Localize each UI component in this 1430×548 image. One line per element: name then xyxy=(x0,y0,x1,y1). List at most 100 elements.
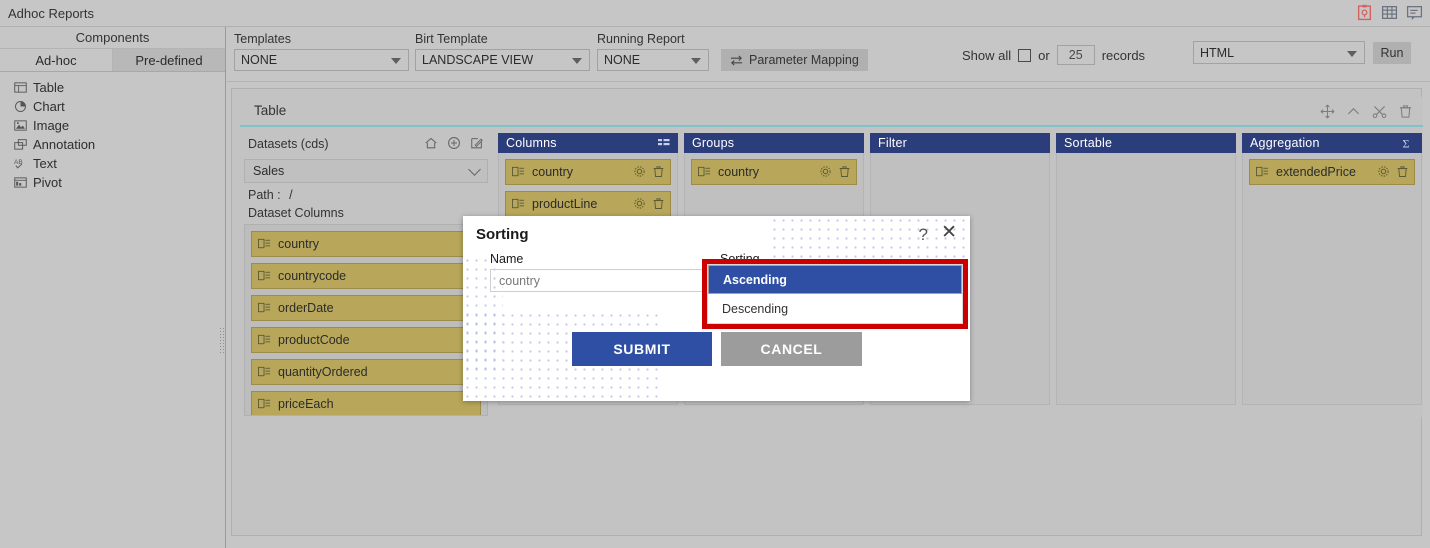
tab-predefined[interactable]: Pre-defined xyxy=(113,49,225,71)
home-icon[interactable] xyxy=(424,136,438,150)
sortable-panel-header: Sortable xyxy=(1056,133,1236,153)
sidebar-item-text[interactable]: AB Text xyxy=(0,154,225,173)
dataset-columns-label: Dataset Columns xyxy=(248,206,344,220)
gear-icon[interactable] xyxy=(1377,165,1390,178)
list-grid-icon[interactable] xyxy=(657,136,671,150)
dataset-selected-value: Sales xyxy=(253,164,285,178)
comment-icon[interactable] xyxy=(1406,4,1423,21)
dataset-select[interactable]: Sales xyxy=(244,159,488,183)
aggregation-panel-body[interactable]: extendedPrice xyxy=(1242,153,1422,405)
parameter-mapping-button[interactable]: Parameter Mapping xyxy=(721,49,868,71)
dataset-column-chip[interactable]: productCode xyxy=(251,327,481,353)
dataset-path: Path : / xyxy=(240,183,492,202)
column-icon xyxy=(258,366,271,377)
app-title: Adhoc Reports xyxy=(8,6,94,21)
edit-square-icon[interactable] xyxy=(470,136,484,150)
columns-panel-header: Columns xyxy=(498,133,678,153)
aggregation-chip[interactable]: extendedPrice xyxy=(1249,159,1415,185)
move-icon[interactable] xyxy=(1320,104,1335,119)
title-bar: Adhoc Reports xyxy=(0,0,1430,27)
dataset-column-chip[interactable]: orderDate xyxy=(251,295,481,321)
plus-circle-icon[interactable] xyxy=(447,136,461,150)
sortable-panel-title: Sortable xyxy=(1064,136,1113,150)
column-icon xyxy=(1256,166,1269,177)
sigma-icon[interactable]: Σ xyxy=(1401,136,1415,151)
chip-label: productCode xyxy=(278,333,350,347)
groups-chip[interactable]: country xyxy=(691,159,857,185)
gear-icon[interactable] xyxy=(633,197,646,210)
datasets-header-icons xyxy=(424,136,484,150)
trash-icon[interactable] xyxy=(652,197,665,210)
sidebar-item-pivot[interactable]: Pivot xyxy=(0,173,225,192)
dropdown-option-ascending[interactable]: Ascending xyxy=(708,265,962,294)
output-format-value: HTML xyxy=(1200,45,1235,60)
chip-label: countrycode xyxy=(278,269,347,283)
run-button[interactable]: Run xyxy=(1373,42,1411,64)
chevron-down-icon xyxy=(1347,50,1357,57)
path-value: / xyxy=(289,188,293,202)
running-report-select[interactable]: NONE xyxy=(597,49,709,71)
sidebar-item-label: Pivot xyxy=(33,175,62,190)
table-icon[interactable] xyxy=(1381,4,1398,21)
sidebar-item-image[interactable]: Image xyxy=(0,116,225,135)
tab-adhoc[interactable]: Ad-hoc xyxy=(0,49,113,71)
dropdown-option-descending[interactable]: Descending xyxy=(708,294,962,323)
dataset-columns-list: country countrycode orderDate productCod… xyxy=(244,224,488,416)
chip-actions xyxy=(819,165,851,178)
parameter-mapping-label: Parameter Mapping xyxy=(749,53,859,67)
chip-label: priceEach xyxy=(278,397,334,411)
columns-panel-title: Columns xyxy=(506,136,557,150)
chart-pie-icon xyxy=(15,101,26,112)
show-all-checkbox[interactable] xyxy=(1018,48,1032,62)
columns-chip[interactable]: country xyxy=(505,159,671,185)
sortable-panel-body[interactable] xyxy=(1056,153,1236,405)
gear-icon[interactable] xyxy=(633,165,646,178)
component-list: Table Chart Image Annotation AB Text Piv… xyxy=(0,72,225,192)
chip-label: country xyxy=(718,165,759,179)
trash-icon[interactable] xyxy=(838,165,851,178)
datasets-label: Datasets (cds) xyxy=(248,137,329,151)
top-toolbar: Templates NONE Birt Template LANDSCAPE V… xyxy=(227,27,1430,82)
column-icon xyxy=(258,302,271,313)
show-all-group: Show all or records xyxy=(962,45,1145,65)
cancel-button[interactable]: CANCEL xyxy=(721,332,862,366)
chip-actions xyxy=(633,165,665,178)
datasets-header: Datasets (cds) xyxy=(240,133,492,155)
trash-icon[interactable] xyxy=(1398,104,1413,119)
sidebar-item-table[interactable]: Table xyxy=(0,78,225,97)
column-icon xyxy=(258,398,271,409)
running-report-field: Running Report NONE xyxy=(597,32,709,71)
left-sidebar: Components Ad-hoc Pre-defined Table Char… xyxy=(0,27,226,548)
sidebar-item-chart[interactable]: Chart xyxy=(0,97,225,116)
birt-template-select[interactable]: LANDSCAPE VIEW xyxy=(415,49,590,71)
text-ab-icon: AB xyxy=(14,159,23,169)
trash-icon[interactable] xyxy=(652,165,665,178)
records-input[interactable] xyxy=(1056,45,1095,65)
submit-button[interactable]: SUBMIT xyxy=(572,332,712,366)
sidebar-tabs: Ad-hoc Pre-defined xyxy=(0,49,225,72)
settings-tools-icon[interactable] xyxy=(1372,104,1387,119)
chevron-up-icon[interactable] xyxy=(1346,104,1361,119)
sidebar-item-label: Table xyxy=(33,80,65,95)
dataset-column-chip[interactable]: country xyxy=(251,231,481,257)
columns-chip[interactable]: productLine xyxy=(505,191,671,217)
column-icon xyxy=(258,270,271,281)
dataset-column-chip[interactable]: priceEach xyxy=(251,391,481,415)
report-red-icon[interactable] xyxy=(1356,4,1373,21)
sidebar-item-label: Chart xyxy=(33,99,65,114)
chip-actions xyxy=(1377,165,1409,178)
chevron-down-icon xyxy=(468,163,481,176)
templates-select[interactable]: NONE xyxy=(234,49,409,71)
dataset-column-chip[interactable]: quantityOrdered xyxy=(251,359,481,385)
sorting-dropdown-highlight: Ascending Descending xyxy=(702,259,968,329)
datasets-column: Datasets (cds) Sales Path: / Dataset Co… xyxy=(240,133,492,416)
question-mark-icon[interactable]: ? xyxy=(919,225,928,245)
pivot-icon xyxy=(14,177,27,188)
output-format-select[interactable]: HTML xyxy=(1193,41,1365,64)
gear-icon[interactable] xyxy=(819,165,832,178)
dataset-column-chip[interactable]: countrycode xyxy=(251,263,481,289)
sidebar-item-annotation[interactable]: Annotation xyxy=(0,135,225,154)
trash-icon[interactable] xyxy=(1396,165,1409,178)
sidebar-resize-handle[interactable] xyxy=(219,327,225,355)
close-icon[interactable]: ✕ xyxy=(941,223,957,242)
